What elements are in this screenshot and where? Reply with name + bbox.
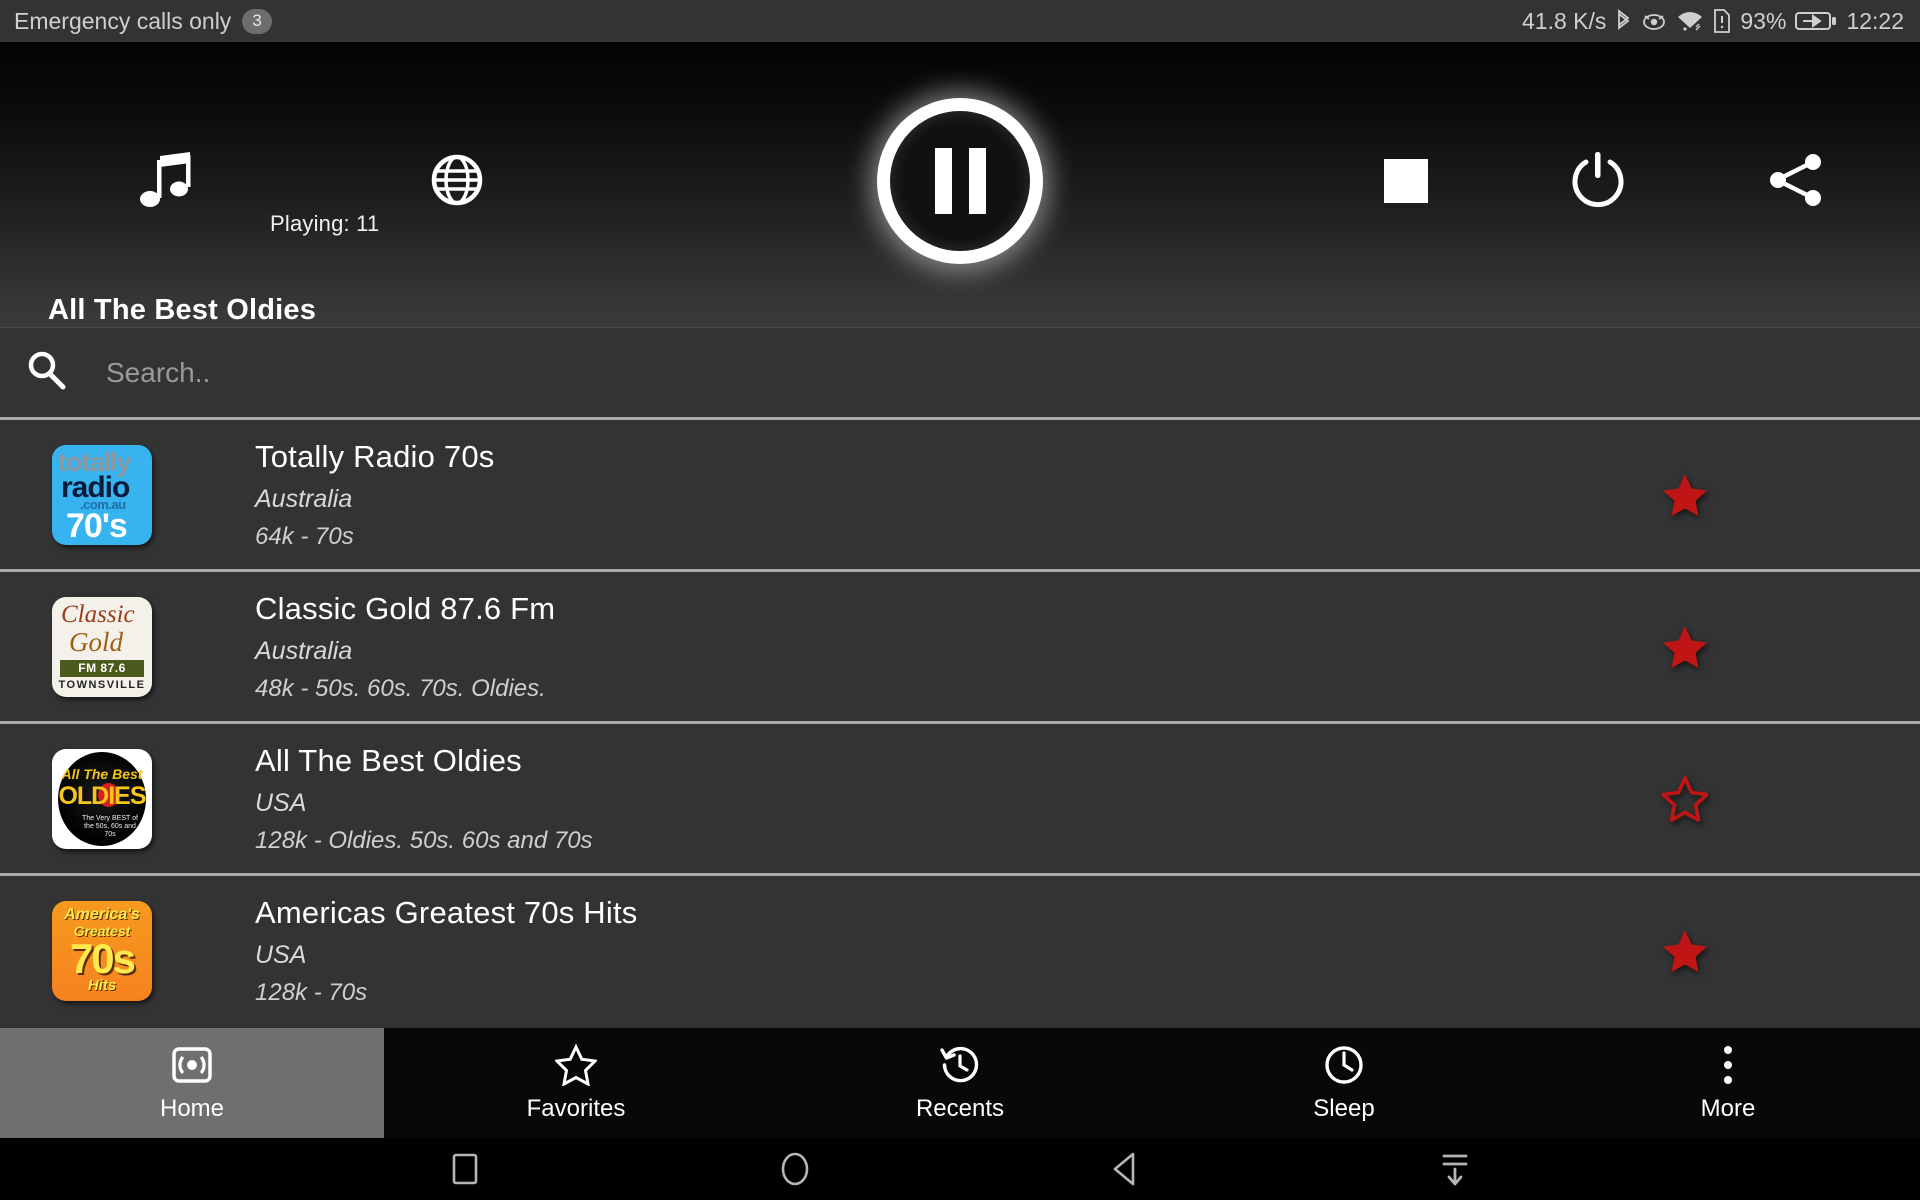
station-country: Australia xyxy=(255,484,353,513)
logo-line-2: Gold xyxy=(69,626,123,657)
playing-count-label: Playing: 11 xyxy=(270,211,380,236)
hide-navbar-button[interactable] xyxy=(1290,1151,1620,1187)
station-logo: totally radio .com.au 70's xyxy=(52,444,152,545)
bottom-tab-bar: Home Favorites Recents Sleep More xyxy=(0,1028,1920,1138)
home-button[interactable] xyxy=(630,1151,960,1187)
search-input[interactable] xyxy=(106,356,1920,389)
station-row[interactable]: America's Greatest 70s Hits Americas Greates… xyxy=(0,873,1920,1025)
pause-button[interactable] xyxy=(877,98,1043,264)
station-info: 128k - 70s xyxy=(255,978,368,1006)
logo-line-3: 70s xyxy=(69,934,136,982)
station-row[interactable]: Classic Gold FM 87.6 TOWNSVILLE Classic Gold… xyxy=(0,569,1920,721)
android-nav-bar xyxy=(0,1138,1920,1200)
bluetooth-icon xyxy=(1615,9,1632,33)
carrier-text: Emergency calls only xyxy=(14,7,232,34)
station-logo: America's Greatest 70s Hits xyxy=(52,900,152,1001)
station-info: 48k - 50s. 60s. 70s. Oldies. xyxy=(255,674,546,702)
station-name: Americas Greatest 70s Hits xyxy=(255,894,638,930)
logo-line-4: TOWNSVILLE xyxy=(58,678,146,691)
tab-sleep-label: Sleep xyxy=(1313,1094,1375,1122)
now-playing-title: All The Best Oldies xyxy=(48,294,317,326)
broadcast-icon xyxy=(171,1044,213,1086)
tab-home[interactable]: Home xyxy=(0,1028,384,1138)
network-speed-text: 41.8 K/s xyxy=(1522,7,1607,34)
eye-icon xyxy=(1641,10,1667,32)
station-list: totally radio .com.au 70's Totally Radio 70s… xyxy=(0,417,1920,1025)
tab-recents[interactable]: Recents xyxy=(768,1028,1152,1138)
station-info: 64k - 70s xyxy=(255,522,354,550)
station-country: USA xyxy=(255,940,307,969)
sim-alert-icon xyxy=(1713,9,1731,33)
station-row[interactable]: All The Best OLDIES The Very BEST of the 5… xyxy=(0,721,1920,873)
history-icon xyxy=(939,1044,981,1086)
player-header: Playing: 11 All The Best Oldies xyxy=(0,42,1920,327)
station-meta: All The Best Oldies USA 128k - Oldies. 50s… xyxy=(255,743,593,855)
station-name: Classic Gold 87.6 Fm xyxy=(255,590,556,626)
music-note-icon[interactable] xyxy=(140,152,196,214)
stop-icon[interactable] xyxy=(1384,159,1428,203)
clock-text: 12:22 xyxy=(1846,7,1904,34)
tab-sleep[interactable]: Sleep xyxy=(1152,1028,1536,1138)
search-icon xyxy=(26,350,66,395)
station-country: Australia xyxy=(255,636,353,665)
logo-line-1: America's xyxy=(64,905,140,923)
logo-line-3: FM 87.6 xyxy=(60,659,144,677)
globe-icon[interactable] xyxy=(431,154,483,206)
app-screen: Emergency calls only 3 41.8 K/s 93% 12:2… xyxy=(0,0,1920,1200)
battery-percent-text: 93% xyxy=(1740,7,1787,34)
tab-favorites[interactable]: Favorites xyxy=(384,1028,768,1138)
favorite-star-filled-icon[interactable] xyxy=(1662,624,1708,670)
station-name: Totally Radio 70s xyxy=(255,438,495,474)
station-info: 128k - Oldies. 50s. 60s and 70s xyxy=(255,826,593,854)
clock-icon xyxy=(1323,1044,1365,1086)
station-country: USA xyxy=(255,788,307,817)
status-bar-right: 41.8 K/s 93% 12:22 xyxy=(1522,8,1904,35)
pause-icon-bar-right xyxy=(968,148,986,214)
station-row[interactable]: totally radio .com.au 70's Totally Radio 70s… xyxy=(0,417,1920,569)
logo-line-4: 70's xyxy=(66,506,128,545)
favorite-star-outline-icon[interactable] xyxy=(1662,775,1708,822)
station-name: All The Best Oldies xyxy=(255,742,522,778)
station-logo: Classic Gold FM 87.6 TOWNSVILLE xyxy=(52,596,152,697)
tab-more[interactable]: More xyxy=(1536,1028,1920,1138)
logo-line-4: Hits xyxy=(87,976,117,994)
logo-line-1: Classic xyxy=(61,600,135,628)
battery-charging-icon xyxy=(1795,10,1837,32)
station-meta: Totally Radio 70s Australia 64k - 70s xyxy=(255,439,494,551)
station-meta: Classic Gold 87.6 Fm Australia 48k - 50s. … xyxy=(255,591,555,703)
search-bar[interactable] xyxy=(0,327,1920,417)
star-outline-icon xyxy=(555,1043,597,1086)
wifi-icon xyxy=(1676,10,1704,32)
tab-more-label: More xyxy=(1700,1094,1756,1122)
power-icon[interactable] xyxy=(1570,150,1626,208)
share-icon[interactable] xyxy=(1768,152,1824,208)
recents-button[interactable] xyxy=(300,1152,630,1186)
tab-recents-label: Recents xyxy=(915,1094,1005,1122)
tab-favorites-label: Favorites xyxy=(526,1094,626,1122)
status-bar-left: Emergency calls only 3 xyxy=(14,8,272,35)
tab-home-label: Home xyxy=(159,1094,225,1122)
notification-count-badge: 3 xyxy=(242,8,272,34)
station-logo: All The Best OLDIES The Very BEST of the 5… xyxy=(52,748,152,849)
logo-line-2: OLDIES xyxy=(58,781,146,810)
favorite-star-filled-icon[interactable] xyxy=(1662,928,1708,974)
logo-line-3: The Very BEST of the 50s, 60s and 70s xyxy=(82,814,138,838)
back-button[interactable] xyxy=(960,1151,1290,1187)
android-status-bar: Emergency calls only 3 41.8 K/s 93% 12:2… xyxy=(0,0,1920,42)
favorite-star-filled-icon[interactable] xyxy=(1662,472,1708,518)
pause-icon-bar-left xyxy=(934,148,952,214)
logo-line-1: All The Best xyxy=(61,765,143,782)
overflow-menu-icon xyxy=(1707,1044,1749,1086)
station-meta: Americas Greatest 70s Hits USA 128k - 70s xyxy=(255,895,637,1007)
